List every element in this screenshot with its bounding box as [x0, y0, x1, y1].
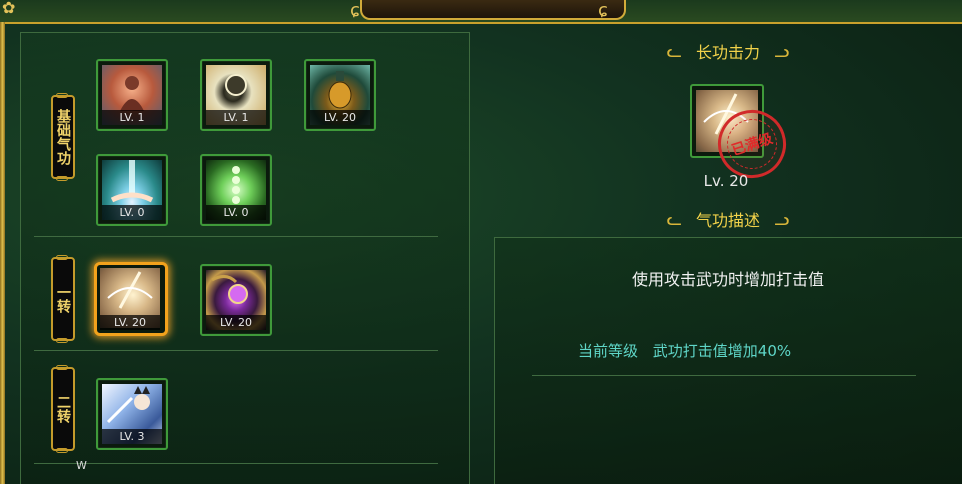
- swirl-ornament-icon: ᓚ: [666, 40, 682, 62]
- section-label-basic: 基础气功: [51, 93, 75, 181]
- scroll-ornament-left-icon: ɕ: [350, 0, 360, 21]
- skill-slot[interactable]: LV. 3: [96, 378, 168, 450]
- skill-slot[interactable]: LV. 20: [304, 59, 376, 131]
- skill-level: LV. 20: [310, 110, 370, 125]
- skill-level: LV. 0: [206, 205, 266, 220]
- skill-slot[interactable]: LV. 0: [96, 154, 168, 226]
- skill-level: LV. 20: [206, 315, 266, 330]
- selected-skill-level: Lv. 20: [703, 172, 749, 190]
- skill-name-header: ᓚ 长功击力 ᓗ: [640, 40, 816, 63]
- skill-slot-selected[interactable]: LV. 20: [94, 262, 168, 336]
- section-label-second-transfer: 二转: [51, 365, 75, 453]
- description-title: 气功描述: [695, 211, 760, 230]
- swirl-ornament-icon: ᓚ: [666, 208, 682, 230]
- skill-slot[interactable]: LV. 20: [200, 264, 272, 336]
- skill-slot[interactable]: LV. 1: [96, 59, 168, 131]
- section-divider: [34, 463, 438, 464]
- skill-window: ɕ ɕ ✿ 基础气功 LV. 1 LV. 1 LV. 20 LV. 0 LV. …: [0, 0, 962, 484]
- corner-ornament-icon: ✿: [2, 0, 16, 17]
- skill-level: LV. 0: [102, 205, 162, 220]
- scroll-ornament-right-icon: ɕ: [598, 0, 608, 21]
- swirl-ornament-icon: ᓗ: [774, 40, 790, 62]
- section-label-first-transfer: 一转: [51, 255, 75, 343]
- skill-description: 使用攻击武功时增加打击值: [631, 270, 824, 289]
- section-divider: [34, 236, 438, 237]
- current-level-line: 当前等级 武功打击值增加40%: [578, 340, 791, 361]
- skill-level: LV. 20: [100, 315, 160, 330]
- skill-level: LV. 1: [102, 110, 162, 125]
- current-level-label: 当前等级: [578, 342, 639, 360]
- skill-level: LV. 1: [206, 110, 266, 125]
- skill-level: LV. 3: [102, 429, 162, 444]
- skill-name: 长功击力: [695, 43, 760, 62]
- skill-slot[interactable]: LV. 0: [200, 154, 272, 226]
- section-divider: [34, 350, 438, 351]
- title-plaque: [360, 0, 626, 20]
- description-divider: [532, 375, 916, 376]
- swirl-ornament-icon: ᓗ: [774, 208, 790, 230]
- watermark-letter: W: [76, 459, 87, 472]
- description-header: ᓚ 气功描述 ᓗ: [640, 208, 816, 231]
- skill-slot[interactable]: LV. 1: [200, 59, 272, 131]
- current-level-effect: 武功打击值增加40%: [652, 342, 792, 360]
- left-frame: [0, 22, 5, 484]
